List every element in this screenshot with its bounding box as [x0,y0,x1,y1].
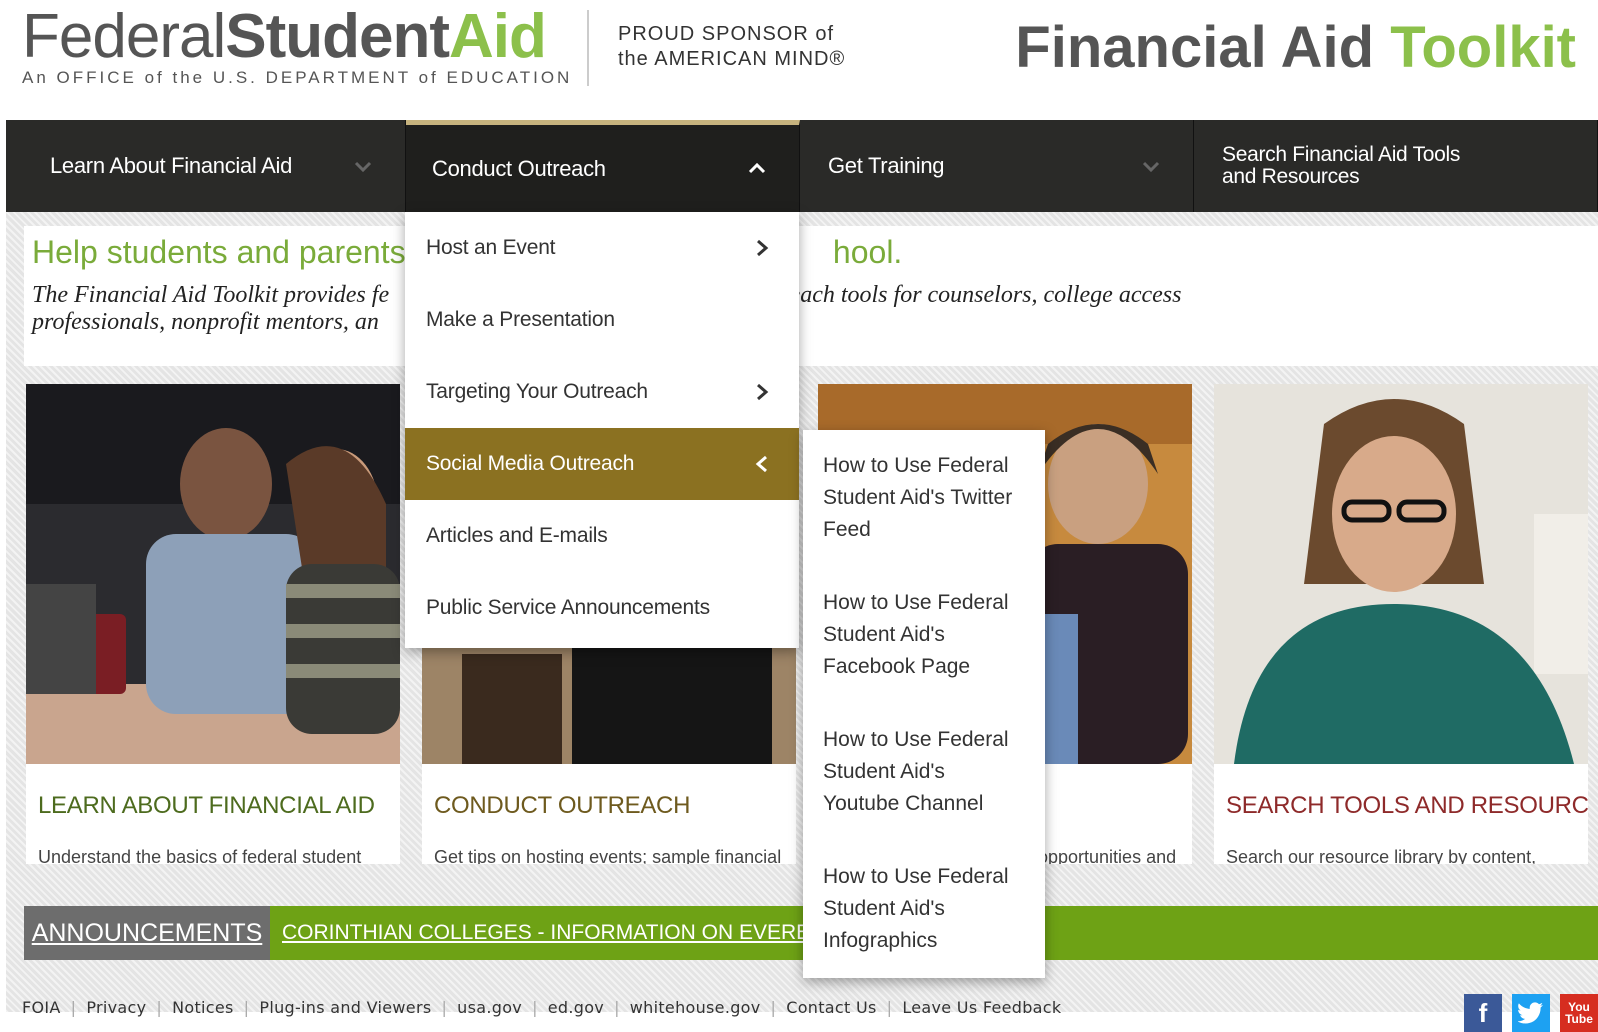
youtube-icon[interactable]: You Tube [1560,994,1598,1032]
conduct-outreach-dropdown: Host an Event Make a Presentation Target… [405,212,799,648]
card-title[interactable]: SEARCH TOOLS AND RESOURCES [1226,792,1588,820]
footer-separator: | [614,998,620,1017]
footer-link-foia[interactable]: FOIA [22,998,61,1017]
footer-links: FOIA | Privacy | Notices | Plug-ins and Vie… [22,998,1061,1017]
dropdown-item-label: Articles and E-mails [426,524,608,547]
submenu-item-youtube-channel[interactable]: How to Use Federal Student Aid's Youtube… [803,704,1045,841]
logo-tagline: An OFFICE of the U.S. DEPARTMENT of EDUC… [22,68,573,87]
nav-label: Search Financial Aid Tools and Resources [1222,143,1461,188]
footer-link-notices[interactable]: Notices [172,998,234,1017]
logo-student: Student [225,2,450,71]
card-title[interactable]: LEARN ABOUT FINANCIAL AID [38,792,375,820]
card-photo [1214,384,1588,764]
twitter-icon[interactable] [1512,994,1550,1032]
intro-text-b: reach tools for counselors, college acce… [781,282,1182,308]
twitter-bird-icon [1518,1002,1543,1024]
sponsor-line-2: the AMERICAN MIND® [618,48,846,70]
social-links: f You Tube [1464,994,1598,1032]
submenu-item-infographics[interactable]: How to Use Federal Student Aid's Infogra… [803,841,1045,978]
card-description: Understand the basics of federal student… [38,847,362,864]
footer-separator: | [70,998,77,1017]
nav-label: Learn About Financial Aid [50,153,293,178]
footer-separator: | [441,998,448,1017]
dropdown-item-make-a-presentation[interactable]: Make a Presentation [405,284,799,356]
intro-panel: Help students and parents pr hool. The Fi… [24,226,1598,366]
footer-link-edgov[interactable]: ed.gov [548,998,604,1017]
submenu-item-twitter-feed[interactable]: How to Use Federal Student Aid's Twitter… [803,430,1045,567]
footer-link-plugins[interactable]: Plug-ins and Viewers [259,998,431,1017]
chevron-down-icon [1142,161,1160,173]
announcements-label[interactable]: ANNOUNCEMENTS [24,906,270,960]
dropdown-item-label: Social Media Outreach [426,452,635,475]
footer-link-whitehouse[interactable]: whitehouse.gov [630,998,761,1017]
social-media-submenu: How to Use Federal Student Aid's Twitter… [803,430,1045,978]
site-header: FederalStudentAid An OFFICE of the U.S. … [0,0,1598,120]
intro-text-a: The Financial Aid Toolkit provides fe [32,282,390,308]
card-description: Get tips on hosting events; sample finan… [434,847,782,864]
intro-heading-start: Help students and parents pr [32,234,443,270]
dropdown-item-social-media-outreach[interactable]: Social Media Outreach [405,428,799,500]
nav-learn-about-financial-aid[interactable]: Learn About Financial Aid [6,120,406,212]
dropdown-item-articles-and-emails[interactable]: Articles and E-mails [405,500,799,572]
chevron-left-icon [755,455,767,473]
intro-heading-end: hool. [832,234,903,270]
chevron-right-icon [757,239,769,257]
card-description: opportunities and ining for [1038,847,1177,864]
footer-separator: | [770,998,777,1017]
footer-link-feedback[interactable]: Leave Us Feedback [902,998,1061,1017]
toolkit-title-part1: Financial Aid [1015,15,1375,80]
card-description: Search our resource library by content, … [1226,847,1537,864]
dropdown-item-public-service-announcements[interactable]: Public Service Announcements [405,572,799,644]
nav-get-training[interactable]: Get Training [800,120,1194,212]
logo-federal: Federal [22,2,226,71]
toolkit-title-part2: Toolkit [1390,15,1576,80]
facebook-icon[interactable]: f [1464,994,1502,1032]
card-title[interactable]: CONDUCT OUTREACH [434,792,690,820]
footer-separator: | [243,998,250,1017]
logo-aid: Aid [448,2,547,71]
facebook-glyph: f [1478,997,1488,1028]
dropdown-item-targeting-your-outreach[interactable]: Targeting Your Outreach [405,356,799,428]
chevron-up-icon [748,162,766,173]
toolkit-title: Financial Aid Toolkit [1015,14,1576,81]
footer-separator: | [156,998,163,1017]
youtube-text-bottom: Tube [1565,1012,1593,1026]
federal-student-aid-logo[interactable]: FederalStudentAid An OFFICE of the U.S. … [22,4,572,88]
dropdown-item-label: Public Service Announcements [426,596,710,619]
card-learn-about-financial-aid[interactable]: LEARN ABOUT FINANCIAL AID Understand the… [26,384,400,864]
nav-label: Conduct Outreach [432,155,606,181]
nav-search-tools[interactable]: Search Financial Aid Tools and Resources [1194,120,1598,212]
nav-conduct-outreach[interactable]: Conduct Outreach [406,120,800,212]
card-search-tools-and-resources[interactable]: SEARCH TOOLS AND RESOURCES Search our re… [1214,384,1588,864]
footer-link-privacy[interactable]: Privacy [86,998,146,1017]
footer-separator: | [886,998,893,1017]
footer-separator: | [532,998,538,1017]
logo-divider [587,10,589,86]
main-nav: Learn About Financial Aid Conduct Outrea… [6,120,1598,212]
footer-link-contact[interactable]: Contact Us [786,998,876,1017]
dropdown-item-host-an-event[interactable]: Host an Event [405,212,799,284]
chevron-right-icon [757,383,769,401]
sponsor-text: PROUD SPONSOR of the AMERICAN MIND® [618,22,845,72]
dropdown-item-label: Make a Presentation [426,308,615,331]
dropdown-item-label: Targeting Your Outreach [426,380,648,403]
nav-label: Get Training [828,153,945,178]
footer-link-usagov[interactable]: usa.gov [457,998,522,1017]
dropdown-item-label: Host an Event [426,236,556,259]
card-photo [26,384,400,764]
sponsor-line-1: PROUD SPONSOR of [618,23,835,45]
submenu-item-facebook-page[interactable]: How to Use Federal Student Aid's Faceboo… [803,567,1045,704]
chevron-down-icon [354,161,372,173]
